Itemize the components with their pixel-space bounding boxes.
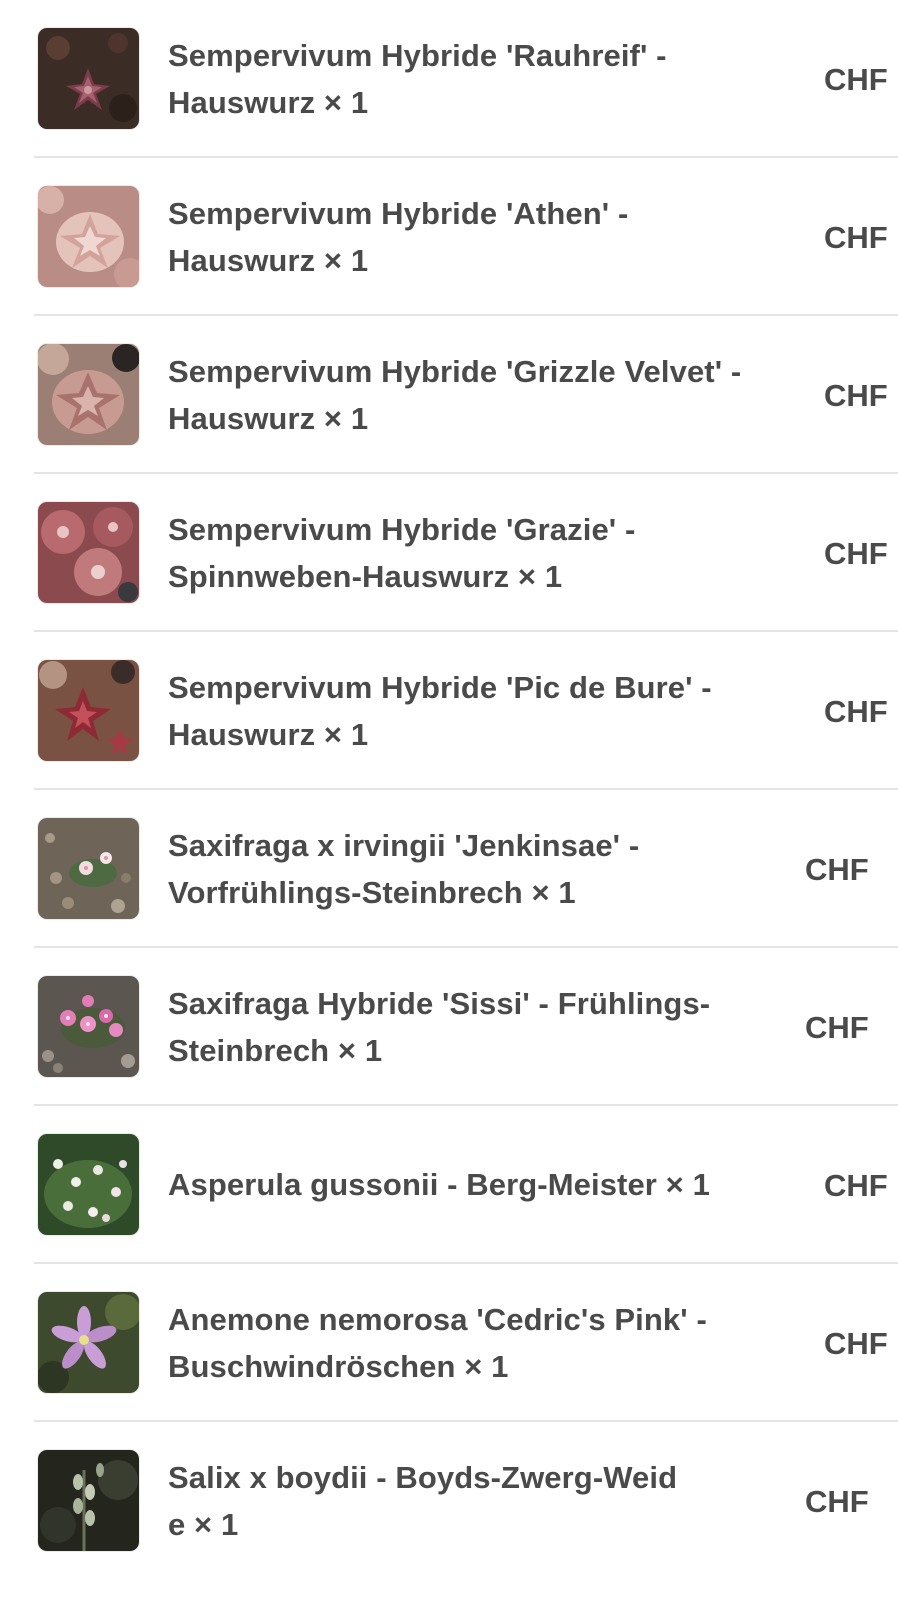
product-name-line-1: Saxifraga x irvingii 'Jenkinsae' - [168,828,640,863]
product-title: Saxifraga x irvingii 'Jenkinsae' - Vorfr… [168,822,788,916]
product-price: CHF [805,1484,869,1519]
product-thumbnail[interactable] [38,344,139,445]
product-price: CHF [824,1326,888,1361]
product-name-line-2: Steinbrech × 1 [168,1033,383,1068]
product-name-line-2: Hauswurz × 1 [168,243,369,278]
product-price: CHF [805,852,869,887]
order-item-row[interactable]: Sempervivum Hybride 'Grazie' - Spinnwebe… [0,474,898,632]
order-item-row[interactable]: Sempervivum Hybride 'Athen' - Hauswurz ×… [0,158,898,316]
product-name-line-1: Asperula gussonii - Berg-Meister × 1 [168,1167,710,1202]
product-name-line-1: Sempervivum Hybride 'Grazie' - [168,512,636,547]
product-name-line-1: Sempervivum Hybride 'Pic de Bure' - [168,670,712,705]
order-item-row[interactable]: Asperula gussonii - Berg-Meister × 1 CHF [0,1106,898,1264]
product-name-line-1: Sempervivum Hybride 'Grizzle Velvet' - [168,354,742,389]
product-price: CHF [824,378,888,413]
product-name-line-2: Spinnweben-Hauswurz × 1 [168,559,563,594]
product-thumbnail[interactable] [38,1292,139,1393]
product-title: Sempervivum Hybride 'Athen' - Hauswurz ×… [168,190,788,284]
product-thumbnail[interactable] [38,186,139,287]
product-thumbnail[interactable] [38,818,139,919]
order-item-row[interactable]: Sempervivum Hybride 'Rauhreif' - Hauswur… [0,0,898,158]
product-title: Saxifraga Hybride 'Sissi' - Frühlings- S… [168,980,788,1074]
product-price: CHF [824,1168,888,1203]
product-price: CHF [824,536,888,571]
product-name-line-1: Saxifraga Hybride 'Sissi' - Frühlings- [168,986,711,1021]
product-title: Salix x boydii - Boyds-Zwerg-Weid e × 1 [168,1454,788,1548]
product-title: Anemone nemorosa 'Cedric's Pink' - Busch… [168,1296,788,1390]
order-item-row[interactable]: Saxifraga Hybride 'Sissi' - Frühlings- S… [0,948,898,1106]
product-price: CHF [805,1010,869,1045]
product-name-line-1: Sempervivum Hybride 'Rauhreif' - [168,38,667,73]
product-title: Asperula gussonii - Berg-Meister × 1 [168,1161,788,1208]
product-title: Sempervivum Hybride 'Grizzle Velvet' - H… [168,348,788,442]
order-item-list: Sempervivum Hybride 'Rauhreif' - Hauswur… [0,0,898,1600]
order-item-row[interactable]: Saxifraga x irvingii 'Jenkinsae' - Vorfr… [0,790,898,948]
order-item-row[interactable]: Sempervivum Hybride 'Pic de Bure' - Haus… [0,632,898,790]
product-name-line-1: Salix x boydii - Boyds-Zwerg-Weid [168,1460,678,1495]
product-title: Sempervivum Hybride 'Pic de Bure' - Haus… [168,664,788,758]
product-name-line-1: Sempervivum Hybride 'Athen' - [168,196,629,231]
product-thumbnail[interactable] [38,502,139,603]
product-thumbnail[interactable] [38,660,139,761]
order-item-row[interactable]: Anemone nemorosa 'Cedric's Pink' - Busch… [0,1264,898,1422]
product-thumbnail[interactable] [38,28,139,129]
product-name-line-2: Hauswurz × 1 [168,401,369,436]
product-title: Sempervivum Hybride 'Grazie' - Spinnwebe… [168,506,788,600]
product-name-line-2: Hauswurz × 1 [168,85,369,120]
order-item-row[interactable]: Sempervivum Hybride 'Grizzle Velvet' - H… [0,316,898,474]
product-thumbnail[interactable] [38,1450,139,1551]
product-price: CHF [824,694,888,729]
product-name-line-2: Buschwindröschen × 1 [168,1349,509,1384]
product-name-line-1: Anemone nemorosa 'Cedric's Pink' - [168,1302,707,1337]
order-item-row[interactable]: Salix x boydii - Boyds-Zwerg-Weid e × 1 … [0,1422,898,1580]
product-price: CHF [824,220,888,255]
product-name-line-2: Vorfrühlings-Steinbrech × 1 [168,875,576,910]
product-price: CHF [824,62,888,97]
product-title: Sempervivum Hybride 'Rauhreif' - Hauswur… [168,32,788,126]
product-thumbnail[interactable] [38,1134,139,1235]
product-name-line-2: e × 1 [168,1507,239,1542]
product-name-line-2: Hauswurz × 1 [168,717,369,752]
product-thumbnail[interactable] [38,976,139,1077]
